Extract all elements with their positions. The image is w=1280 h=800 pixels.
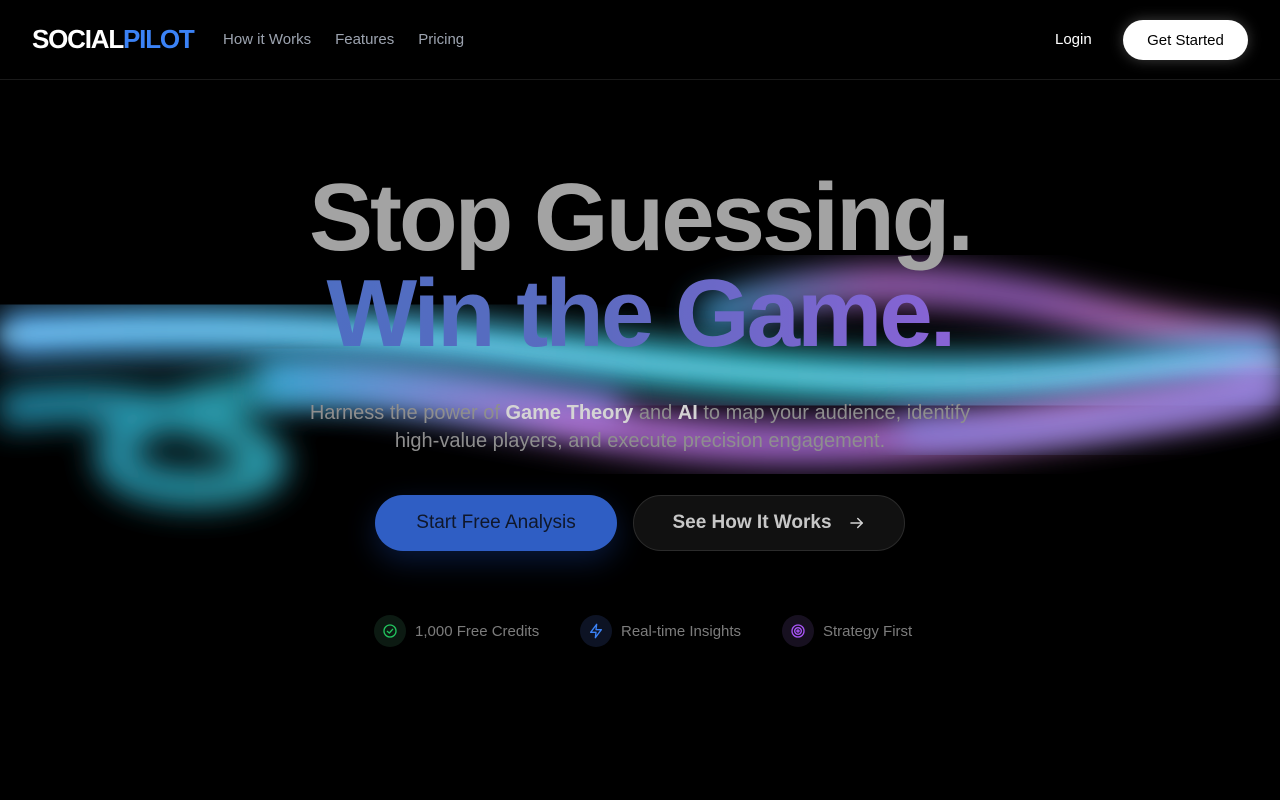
feature-free-credits: 1,000 Free Credits — [374, 614, 539, 648]
arrow-right-icon — [849, 517, 863, 529]
main-nav: How it Works Features Pricing — [223, 31, 464, 49]
get-started-button[interactable]: Get Started — [1123, 20, 1248, 60]
headline-line-2: Win the Game. — [0, 264, 1280, 364]
feature-badges: 1,000 Free Credits Real-time Insights St… — [0, 614, 1280, 648]
hero-section: Stop Guessing. Win the Game. Harness the… — [0, 0, 1280, 800]
target-icon — [782, 615, 814, 647]
logo-part-pilot: PILOT — [123, 24, 195, 54]
nav-how-it-works[interactable]: How it Works — [223, 31, 311, 49]
feature-realtime-insights: Real-time Insights — [580, 614, 741, 648]
subtitle-bold-game-theory: Game Theory — [505, 402, 634, 424]
feature-strategy-first: Strategy First — [782, 614, 912, 648]
top-navbar: SOCIALPILOT How it Works Features Pricin… — [0, 0, 1280, 80]
feature-label: Strategy First — [823, 622, 913, 640]
feature-label: 1,000 Free Credits — [415, 622, 540, 640]
login-link[interactable]: Login — [1055, 31, 1092, 49]
logo[interactable]: SOCIALPILOT — [32, 24, 195, 54]
headline-line-1: Stop Guessing. — [308, 164, 974, 271]
see-how-it-works-button[interactable]: See How It Works — [633, 495, 905, 551]
subtitle-bold-ai: AI — [677, 402, 698, 424]
nav-pricing[interactable]: Pricing — [418, 31, 464, 49]
nav-features[interactable]: Features — [335, 31, 394, 49]
hero-subtitle: Harness the power of Game Theory and AI … — [300, 399, 980, 455]
logo-part-social: SOCIAL — [32, 24, 124, 54]
subtitle-text-2: and — [633, 402, 678, 424]
lightning-icon — [580, 615, 612, 647]
see-how-it-works-label: See How It Works — [672, 512, 832, 533]
feature-label: Real-time Insights — [621, 622, 742, 640]
check-circle-icon — [374, 615, 406, 647]
subtitle-text-1: Harness the power of — [309, 402, 506, 424]
start-free-analysis-button[interactable]: Start Free Analysis — [375, 495, 617, 551]
landing-page: SOCIALPILOT How it Works Features Pricin… — [0, 0, 1280, 800]
